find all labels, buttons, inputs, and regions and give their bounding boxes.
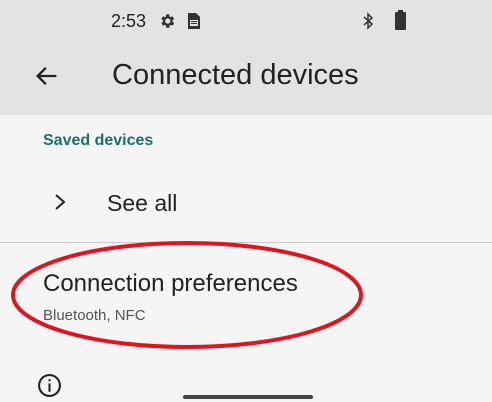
- status-time: 2:53: [111, 11, 147, 31]
- status-bar: 2:53: [0, 0, 492, 40]
- gesture-nav-handle[interactable]: [183, 395, 313, 399]
- see-all-label: See all: [107, 190, 178, 216]
- app-bar: Connected devices: [0, 40, 492, 115]
- highlight-ellipse: [11, 241, 363, 349]
- settings-gear-icon: [161, 14, 175, 28]
- battery-icon: [395, 10, 406, 30]
- sim-card-icon: [188, 13, 200, 29]
- arrow-left-icon[interactable]: [33, 62, 61, 90]
- page-title: Connected devices: [112, 59, 359, 91]
- info-icon: [38, 374, 61, 397]
- bluetooth-icon: [363, 12, 374, 30]
- chevron-right-icon: [55, 194, 66, 210]
- saved-devices-header: Saved devices: [43, 132, 154, 149]
- see-all-row[interactable]: See all: [0, 170, 492, 240]
